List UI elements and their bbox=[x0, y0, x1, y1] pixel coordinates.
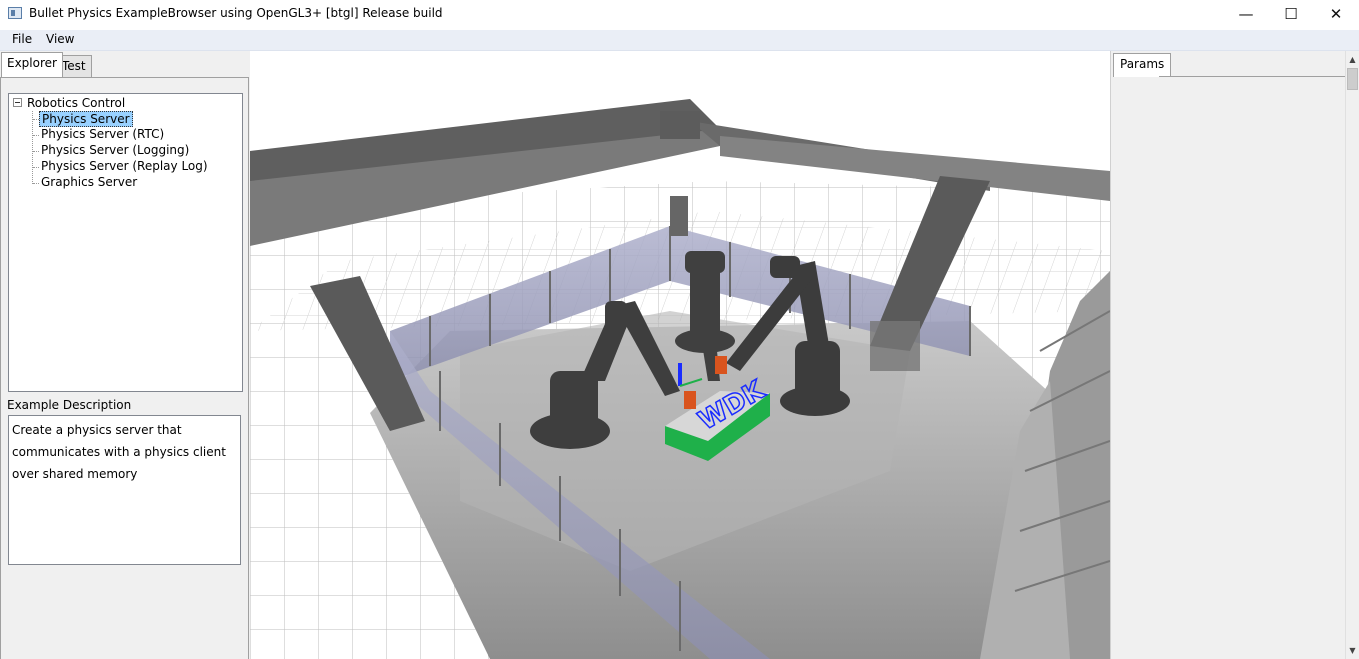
example-tree[interactable]: Robotics Control Physics Server Physics … bbox=[8, 93, 243, 392]
tree-connector bbox=[32, 111, 33, 184]
vertical-scrollbar[interactable]: ▲ ▼ bbox=[1345, 51, 1359, 659]
description-line: Create a physics server that bbox=[12, 423, 182, 437]
explorer-panel: Explorer Test Robotics Control Physics S… bbox=[0, 51, 250, 659]
tab-explorer[interactable]: Explorer bbox=[1, 52, 63, 77]
tree-item-physics-server[interactable]: Physics Server bbox=[39, 111, 133, 127]
menu-file[interactable]: File bbox=[12, 32, 32, 46]
gripper-right bbox=[715, 356, 727, 374]
description-line: over shared memory bbox=[12, 467, 138, 481]
window-title: Bullet Physics ExampleBrowser using Open… bbox=[29, 6, 443, 20]
scroll-thumb[interactable] bbox=[1347, 68, 1358, 90]
params-panel: Params bbox=[1110, 51, 1359, 659]
tree-root-label: Robotics Control bbox=[27, 96, 126, 110]
gripper-left bbox=[684, 391, 696, 409]
menu-bar: File View bbox=[0, 30, 1359, 51]
tab-params[interactable]: Params bbox=[1113, 53, 1172, 77]
app-icon bbox=[8, 7, 22, 19]
tree-root-node[interactable]: Robotics Control bbox=[13, 96, 125, 110]
tree-item-physics-server-logging[interactable]: Physics Server (Logging) bbox=[39, 143, 191, 157]
tab-divider bbox=[1159, 76, 1346, 77]
menu-view[interactable]: View bbox=[46, 32, 74, 46]
collapse-icon[interactable] bbox=[13, 97, 22, 107]
maximize-button[interactable]: ☐ bbox=[1268, 0, 1314, 28]
tree-item-physics-server-replay-log[interactable]: Physics Server (Replay Log) bbox=[39, 159, 210, 173]
gantry-hanger bbox=[670, 196, 688, 236]
close-button[interactable]: ✕ bbox=[1313, 0, 1359, 28]
description-label: Example Description bbox=[7, 398, 132, 412]
title-bar[interactable]: Bullet Physics ExampleBrowser using Open… bbox=[0, 0, 1359, 30]
description-line: communicates with a physics client bbox=[12, 445, 226, 459]
scroll-down-icon[interactable]: ▼ bbox=[1346, 643, 1359, 657]
scroll-up-icon[interactable]: ▲ bbox=[1346, 52, 1359, 66]
3d-viewport[interactable]: WDK bbox=[250, 51, 1110, 659]
minimize-button[interactable]: — bbox=[1223, 0, 1269, 28]
cabinet bbox=[870, 321, 920, 371]
description-box[interactable]: Create a physics server that communicate… bbox=[8, 415, 241, 565]
scene-render: WDK bbox=[250, 51, 1110, 659]
tree-item-physics-server-rtc[interactable]: Physics Server (RTC) bbox=[39, 127, 166, 141]
gantry-joint bbox=[660, 111, 700, 139]
tree-item-graphics-server[interactable]: Graphics Server bbox=[39, 175, 139, 189]
